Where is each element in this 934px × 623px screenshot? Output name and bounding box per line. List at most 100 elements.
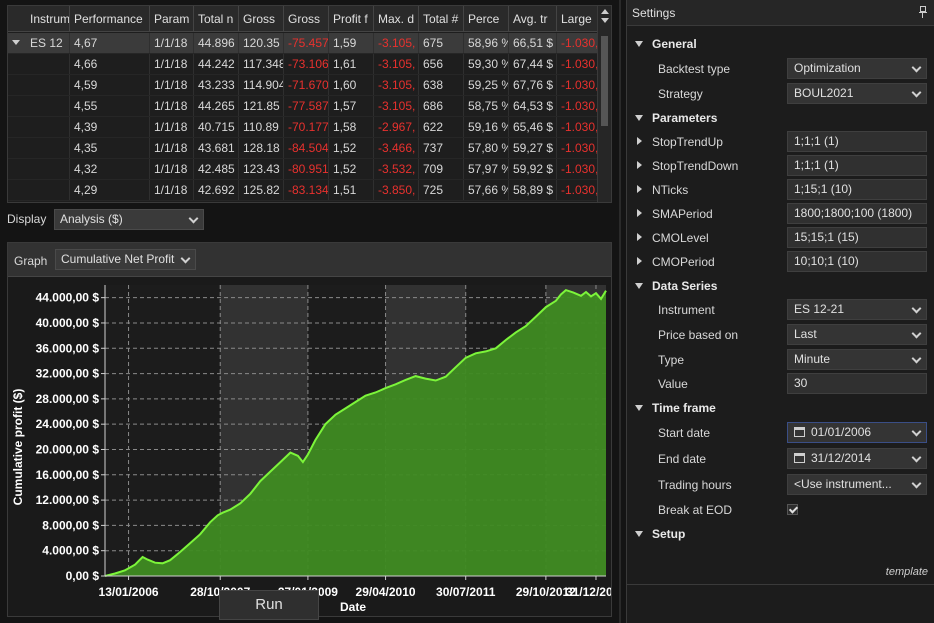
y-tick-label: 28.000,00 $ — [36, 392, 100, 406]
section-data-series[interactable]: Data Series — [652, 279, 717, 293]
table-row[interactable]: 4,66 1/1/18 44.242 117.348 -73.106 1,61 -3.105… — [8, 54, 598, 75]
cell-total-trades: 686 — [419, 96, 464, 116]
cell-max-drawdown: -3.105, — [374, 75, 419, 95]
scroll-down-icon[interactable] — [601, 18, 609, 23]
table-row[interactable]: 4,59 1/1/18 43.233 114.904 -71.670 1,60 -3.105… — [8, 75, 598, 96]
cell-parameters: 1/1/18 — [150, 159, 194, 179]
expand-smaperiod-icon[interactable] — [637, 209, 642, 217]
cell-total-trades: 737 — [419, 138, 464, 158]
param-nticks-input[interactable]: 1;15;1 (10) — [787, 179, 927, 200]
backtest-type-dropdown[interactable]: Optimization — [787, 58, 927, 79]
section-general[interactable]: General — [652, 37, 697, 51]
price-based-on-dropdown[interactable]: Last — [787, 324, 927, 345]
cell-performance: 4,67 — [70, 33, 150, 53]
settings-panel: Settings General Backtest type Optimizat… — [626, 0, 934, 623]
trading-hours-value: <Use instrument... — [794, 477, 892, 491]
param-cmolevel-input[interactable]: 15;15;1 (15) — [787, 227, 927, 248]
value-input[interactable]: 30 — [787, 373, 927, 394]
cell-largest-loser: -1.030, — [557, 159, 598, 179]
instrument-dropdown[interactable]: ES 12-21 — [787, 299, 927, 320]
col-header-percent-profitable[interactable]: Perce — [464, 6, 509, 32]
cell-avg-trade: 59,92 $ — [509, 159, 557, 179]
expand-cmoperiod-icon[interactable] — [637, 257, 642, 265]
expand-nticks-icon[interactable] — [637, 185, 642, 193]
col-header-total-trades[interactable]: Total # — [419, 6, 464, 32]
pin-icon[interactable] — [919, 6, 927, 19]
section-setup[interactable]: Setup — [652, 527, 685, 541]
type-label: Type — [658, 353, 685, 367]
type-dropdown[interactable]: Minute — [787, 349, 927, 370]
run-button[interactable]: Run — [219, 590, 319, 620]
break-at-eod-label: Break at EOD — [658, 503, 733, 517]
param-cmoperiod-input[interactable]: 10;10;1 (10) — [787, 251, 927, 272]
cell-total-net: 43.233 — [194, 75, 239, 95]
col-header-largest-loser[interactable]: Large — [557, 6, 598, 32]
table-row[interactable]: 4,35 1/1/18 43.681 128.18 -84.504 1,52 -3.466,… — [8, 138, 598, 159]
table-row[interactable]: ES 12 4,67 1/1/18 44.896 120.35 -75.457 1,59 -3… — [8, 33, 598, 54]
graph-dropdown[interactable]: Cumulative Net Profit — [55, 249, 196, 270]
table-row[interactable]: 4,32 1/1/18 42.485 123.43 -80.951 1,52 -3.532,… — [8, 159, 598, 180]
chevron-down-icon — [911, 353, 922, 364]
param-stoptrenddown-input[interactable]: 1;1;1 (1) — [787, 155, 927, 176]
param-stoptrendup-input[interactable]: 1;1;1 (1) — [787, 131, 927, 152]
expand-stoptrendup-icon[interactable] — [637, 137, 642, 145]
cell-percent-profitable: 58,96 % — [464, 33, 509, 53]
section-parameters[interactable]: Parameters — [652, 111, 717, 125]
scroll-up-icon[interactable] — [601, 9, 609, 14]
cell-avg-trade: 65,46 $ — [509, 117, 557, 137]
display-dropdown[interactable]: Analysis ($) — [54, 209, 204, 230]
collapse-time-frame-icon[interactable] — [635, 405, 643, 411]
cell-avg-trade: 58,89 $ — [509, 180, 557, 200]
y-tick-label: 24.000,00 $ — [36, 417, 100, 431]
chevron-down-icon — [911, 87, 922, 98]
cell-gross-profit: 123.43 — [239, 159, 284, 179]
collapse-parameters-icon[interactable] — [635, 115, 643, 121]
y-tick-label: 44.000,00 $ — [36, 291, 100, 305]
template-link[interactable]: template — [886, 566, 928, 578]
grid-vertical-scrollbar[interactable] — [597, 6, 611, 202]
end-date-picker[interactable]: 31/12/2014 — [787, 448, 927, 469]
trading-hours-dropdown[interactable]: <Use instrument... — [787, 474, 927, 495]
col-header-gross-loss[interactable]: Gross — [284, 6, 329, 32]
chevron-down-icon — [911, 452, 922, 463]
cell-profit-factor: 1,61 — [329, 54, 374, 74]
table-row[interactable]: 4,29 1/1/18 42.692 125.82 -83.134 1,51 -3.850,… — [8, 180, 598, 201]
strategy-dropdown[interactable]: BOUL2021 — [787, 83, 927, 104]
expand-cmolevel-icon[interactable] — [637, 233, 642, 241]
section-time-frame[interactable]: Time frame — [652, 401, 716, 415]
cell-total-trades: 675 — [419, 33, 464, 53]
graph-dropdown-value: Cumulative Net Profit — [61, 252, 175, 266]
expand-stoptrenddown-icon[interactable] — [637, 161, 642, 169]
col-header-total-net[interactable]: Total n — [194, 6, 239, 32]
col-header-profit-factor[interactable]: Profit f — [329, 6, 374, 32]
splitter[interactable] — [619, 0, 621, 623]
col-header-avg-trade[interactable]: Avg. tr — [509, 6, 557, 32]
chevron-down-icon — [180, 253, 191, 264]
cell-gross-profit: 110.89 — [239, 117, 284, 137]
param-stoptrenddown-label: StopTrendDown — [652, 159, 739, 173]
scroll-thumb[interactable] — [601, 36, 608, 126]
cell-instrument — [26, 75, 70, 95]
table-row[interactable]: 4,55 1/1/18 44.265 121.85 -77.587 1,57 -3.105,… — [8, 96, 598, 117]
collapse-general-icon[interactable] — [635, 41, 643, 47]
col-header-performance[interactable]: Performance — [70, 6, 150, 32]
param-stoptrendup-label: StopTrendUp — [652, 135, 723, 149]
col-header-parameters[interactable]: Param — [150, 6, 194, 32]
break-at-eod-checkbox[interactable] — [787, 504, 798, 515]
col-header-gross-profit[interactable]: Gross — [239, 6, 284, 32]
cell-total-net: 44.896 — [194, 33, 239, 53]
table-row[interactable]: 4,39 1/1/18 40.715 110.89 -70.177 1,58 -2.967,… — [8, 117, 598, 138]
collapse-data-series-icon[interactable] — [635, 283, 643, 289]
col-header-instrument[interactable]: Instrum — [26, 6, 70, 32]
cell-instrument: ES 12 — [26, 33, 70, 53]
start-date-label: Start date — [658, 426, 711, 440]
cell-gross-loss: -80.951 — [284, 159, 329, 179]
start-date-picker[interactable]: 01/01/2006 — [787, 422, 927, 443]
collapse-setup-icon[interactable] — [635, 531, 643, 537]
param-smaperiod-input[interactable]: 1800;1800;100 (1800) — [787, 203, 927, 224]
x-tick-label: 13/01/2006 — [99, 585, 159, 599]
col-header-max-drawdown[interactable]: Max. d — [374, 6, 419, 32]
x-tick-label: 31/12/2014 — [566, 585, 611, 599]
type-value: Minute — [794, 352, 831, 366]
cell-performance: 4,29 — [70, 180, 150, 200]
